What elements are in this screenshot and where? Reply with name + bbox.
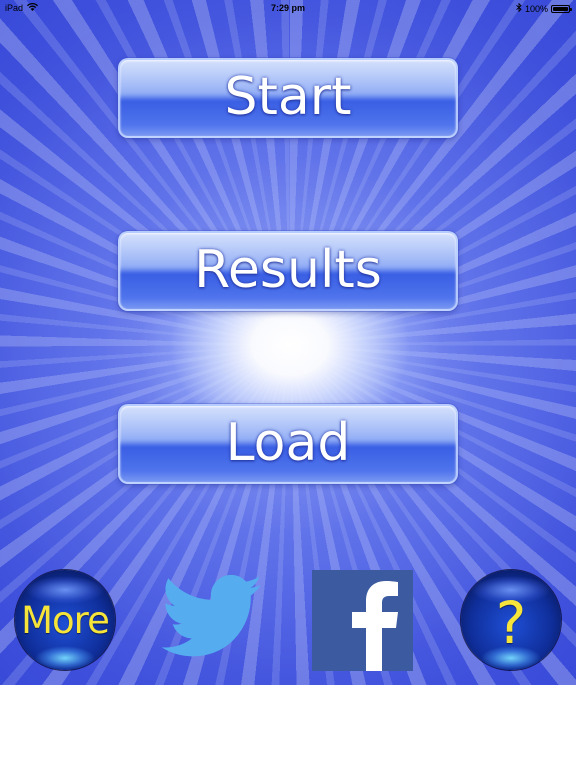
load-button-label: Load	[225, 413, 351, 473]
facebook-f-icon	[352, 581, 398, 671]
results-button-label: Results	[194, 240, 382, 300]
help-button-label: ?	[495, 589, 527, 657]
bluetooth-icon	[516, 2, 522, 14]
battery-percent: 100%	[524, 3, 548, 14]
more-button-label: More	[21, 598, 110, 642]
help-button[interactable]: ?	[461, 570, 561, 670]
app-screen: iPad 7:29 pm 100% Start Results Load Mor…	[0, 0, 576, 768]
results-button[interactable]: Results	[118, 231, 458, 311]
twitter-bird-icon	[161, 574, 263, 657]
start-button-label: Start	[224, 67, 352, 127]
sunburst-background: iPad 7:29 pm 100% Start Results Load Mor…	[0, 0, 576, 685]
load-button[interactable]: Load	[118, 404, 458, 484]
facebook-button[interactable]	[312, 570, 413, 671]
twitter-button[interactable]	[161, 574, 264, 664]
status-right: 100%	[516, 2, 572, 14]
start-button[interactable]: Start	[118, 58, 458, 138]
status-bar: iPad 7:29 pm 100%	[0, 0, 576, 16]
status-time: 7:29 pm	[270, 3, 305, 13]
battery-icon	[551, 4, 572, 13]
blank-bottom-area	[0, 685, 576, 768]
more-button[interactable]: More	[15, 570, 115, 670]
